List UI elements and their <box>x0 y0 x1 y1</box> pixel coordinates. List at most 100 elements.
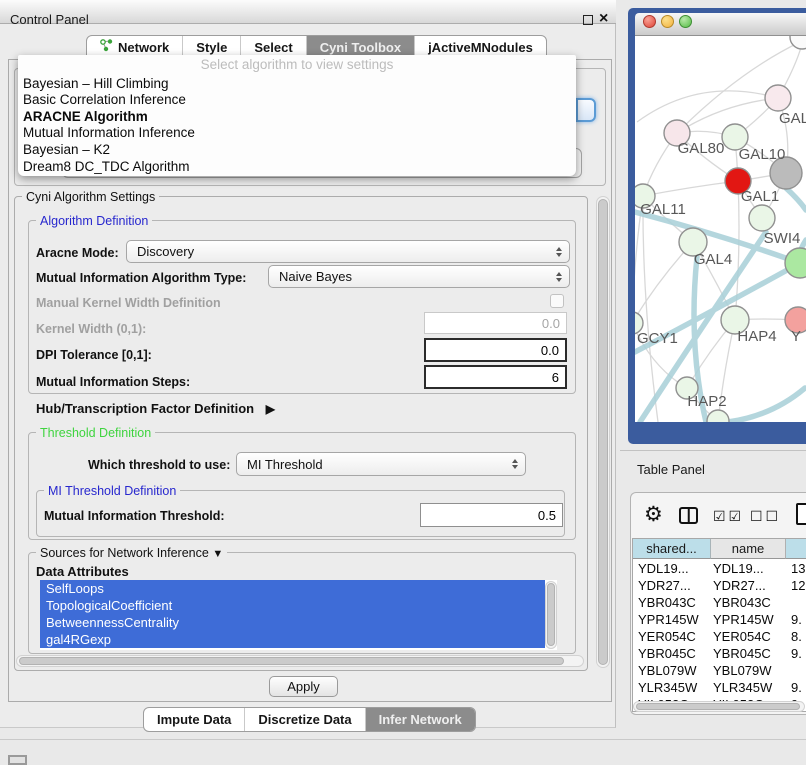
mi-threshold-field[interactable] <box>420 503 563 527</box>
show-columns-icon[interactable]: ☑☑ <box>713 508 744 525</box>
table-cell[interactable]: YLR345W <box>713 679 772 696</box>
network-graph: GAL GAL80 GAL10 GAL1 GAL11 SWI4 GAL4 GCY… <box>635 36 806 422</box>
manual-kernel-checkbox[interactable] <box>550 294 564 308</box>
kernel-width-field[interactable] <box>424 312 567 334</box>
dropdown-item[interactable]: Basic Correlation Inference <box>18 92 576 109</box>
node-partial-bottom[interactable] <box>707 410 729 422</box>
tab-infer-network[interactable]: Infer Network <box>365 708 475 731</box>
mi-type-combo[interactable]: Naive Bayes <box>268 265 570 288</box>
table-cell[interactable]: YER054C <box>713 628 771 645</box>
aracne-mode-label: Aracne Mode: <box>36 246 119 260</box>
table-horizontal-scrollbar[interactable] <box>633 701 805 712</box>
table-cell[interactable]: YLR345W <box>638 679 697 696</box>
table-cell[interactable]: YBR045C <box>638 645 696 662</box>
stepper-arrows-icon <box>512 459 518 469</box>
sources-group-title[interactable]: Sources for Network Inference ▼ <box>36 546 227 561</box>
screen: { "window": { "title": "Control Panel", … <box>0 0 806 762</box>
dpi-tolerance-field[interactable] <box>424 338 567 362</box>
mi-type-label: Mutual Information Algorithm Type: <box>36 271 246 285</box>
table-cell[interactable]: YBL079W <box>638 662 697 679</box>
node-label: Y <box>791 328 801 345</box>
table-cell[interactable]: YBR043C <box>638 594 696 611</box>
expander-right-arrow-icon[interactable]: ▶ <box>266 402 275 416</box>
new-table-icon-partial[interactable] <box>796 503 806 525</box>
settings-vertical-scrollbar-thumb[interactable] <box>598 199 608 665</box>
table-cell[interactable]: YDL19... <box>638 560 689 577</box>
apply-button[interactable]: Apply <box>269 676 338 697</box>
dock-button-partial[interactable] <box>8 755 27 765</box>
node-mid[interactable] <box>749 205 775 231</box>
algorithm-dropdown-popup: Select algorithm to view settings Bayesi… <box>18 55 576 176</box>
window-minimize-light-icon[interactable] <box>661 15 674 28</box>
tab-impute-data[interactable]: Impute Data <box>144 708 244 731</box>
which-threshold-value: MI Threshold <box>247 457 323 472</box>
tab-discretize-data[interactable]: Discretize Data <box>244 708 364 731</box>
which-threshold-combo[interactable]: MI Threshold <box>236 452 526 476</box>
table-cell[interactable]: YBR045C <box>713 645 771 662</box>
column-header-shared-name[interactable]: shared... <box>633 539 711 559</box>
window-close-light-icon[interactable] <box>643 15 656 28</box>
aracne-mode-combo[interactable]: Discovery <box>126 240 570 263</box>
node-label: GCY1 <box>637 330 678 347</box>
window-zoom-light-icon[interactable] <box>679 15 692 28</box>
table-cell[interactable]: YBL079W <box>713 662 772 679</box>
table-cell[interactable]: YDL19... <box>713 560 764 577</box>
node-label: GAL1 <box>741 188 779 205</box>
control-panel-titlebar[interactable] <box>0 0 616 24</box>
node-label: SWI4 <box>764 230 801 247</box>
close-window-icon[interactable]: × <box>599 10 608 28</box>
dropdown-item[interactable]: Mutual Information Inference <box>18 125 576 142</box>
settings-horizontal-scrollbar-thumb[interactable] <box>19 657 564 665</box>
bottom-tabbar: Impute Data Discretize Data Infer Networ… <box>143 707 476 732</box>
hide-columns-icon[interactable]: ☐☐ <box>750 508 781 525</box>
table-cell[interactable]: 9. <box>791 645 802 662</box>
column-header-name[interactable]: name <box>711 539 786 559</box>
network-canvas[interactable]: GAL GAL80 GAL10 GAL1 GAL11 SWI4 GAL4 GCY… <box>635 36 806 422</box>
settings-horizontal-scrollbar[interactable] <box>16 655 584 667</box>
table-horizontal-scrollbar-thumb[interactable] <box>636 703 800 710</box>
table-cell[interactable]: 9. <box>791 679 802 696</box>
node-label: GAL11 <box>640 201 686 218</box>
dropdown-item-selected[interactable]: ARACNE Algorithm <box>18 109 576 126</box>
list-item[interactable]: SelfLoops <box>40 580 545 597</box>
dropdown-item[interactable]: Dream8 DC_TDC Algorithm <box>18 159 576 176</box>
node-gal-pink[interactable] <box>765 85 791 111</box>
data-attributes-label: Data Attributes <box>36 564 129 579</box>
hub-definition-expander[interactable]: Hub/Transcription Factor Definition ▶ <box>36 401 275 416</box>
cyni-algorithm-settings-title: Cyni Algorithm Settings <box>22 190 159 204</box>
dropdown-item[interactable]: Bayesian – Hill Climbing <box>18 76 576 93</box>
table-cell[interactable]: YPR145W <box>638 611 699 628</box>
table-cell[interactable]: 12 <box>791 577 805 594</box>
attributes-list-scrollbar-thumb[interactable] <box>547 583 555 646</box>
network-edges-teal <box>635 188 806 422</box>
collapse-down-arrow-icon[interactable]: ▼ <box>212 548 223 560</box>
kernel-width-label: Kernel Width (0,1): <box>36 322 146 336</box>
attributes-list-scrollbar[interactable] <box>545 581 557 649</box>
node-swi4[interactable] <box>785 248 806 278</box>
table-cell[interactable]: YBR043C <box>713 594 771 611</box>
table-cell[interactable]: YPR145W <box>713 611 774 628</box>
list-item[interactable]: BetweennessCentrality <box>40 614 545 631</box>
node-label: HAP4 <box>737 328 776 345</box>
node-label: GAL4 <box>694 251 732 268</box>
network-window-titlebar[interactable] <box>635 13 806 36</box>
list-item[interactable]: gal4RGexp <box>40 631 545 648</box>
float-window-icon[interactable] <box>583 15 593 25</box>
table-cell[interactable]: 9. <box>791 611 802 628</box>
split-columns-icon[interactable] <box>679 507 698 524</box>
dropdown-item[interactable]: Bayesian – K2 <box>18 142 576 159</box>
list-item[interactable]: TopologicalCoefficient <box>40 597 545 614</box>
gear-icon[interactable]: ⚙ <box>644 504 663 526</box>
algorithm-combo-focus-ring-partial[interactable] <box>576 98 596 122</box>
table-cell[interactable]: YDR27... <box>638 577 691 594</box>
table-cell[interactable]: 13 <box>791 560 805 577</box>
table-cell[interactable]: 8. <box>791 628 802 645</box>
aracne-mode-value: Discovery <box>137 244 194 259</box>
settings-vertical-scrollbar[interactable] <box>596 196 610 668</box>
table-cell[interactable]: YER054C <box>638 628 696 645</box>
mi-steps-field[interactable] <box>424 365 567 389</box>
mi-steps-label: Mutual Information Steps: <box>36 375 190 389</box>
node-partial-top[interactable] <box>790 36 806 49</box>
column-header-partial[interactable] <box>786 539 806 559</box>
table-cell[interactable]: YDR27... <box>713 577 766 594</box>
